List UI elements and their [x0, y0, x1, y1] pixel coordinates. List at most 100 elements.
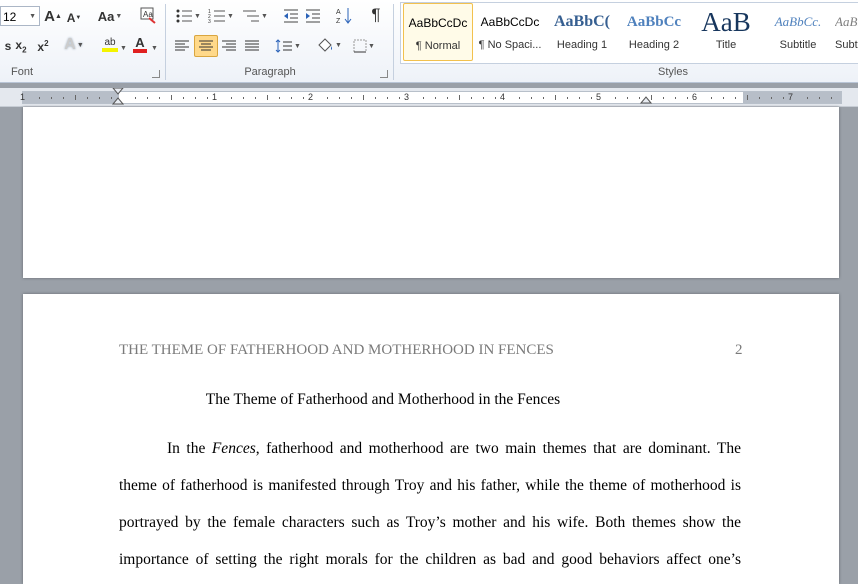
highlight-dropdown[interactable]: ▼	[120, 38, 127, 58]
ruler-tick	[291, 97, 292, 99]
ruler-tick	[555, 95, 556, 100]
style-heading-1[interactable]: AaBbC( Heading 1	[547, 3, 617, 61]
ruler-tick	[759, 97, 760, 99]
ruler-number: 2	[308, 92, 314, 102]
ruler-tick	[447, 97, 448, 99]
borders-button[interactable]: ▼	[350, 36, 378, 56]
ruler-tick	[327, 97, 328, 99]
svg-text:3: 3	[208, 19, 211, 24]
font-color-button[interactable]: A	[130, 34, 150, 54]
ruler-tick	[195, 97, 196, 99]
align-center-button[interactable]	[194, 35, 218, 57]
ribbon: 12 ▼ A ▲ A ▼ Aa ▼ Aa s x2 x2 A ▼ ab ▼ A ▼ Fon…	[0, 0, 858, 83]
multilevel-list-button[interactable]: ▼	[240, 6, 270, 26]
text-effects-button[interactable]: A ▼	[64, 35, 84, 55]
font-color-dropdown[interactable]: ▼	[150, 38, 158, 58]
ruler-tick	[231, 97, 232, 99]
style-heading-2[interactable]: AaBbCc Heading 2	[619, 3, 689, 61]
ruler-tick	[531, 97, 532, 99]
ruler-tick	[735, 97, 736, 99]
bullets-button[interactable]: ▼	[174, 6, 202, 26]
shrink-font-button[interactable]: A ▼	[66, 8, 82, 28]
ruler-tick	[363, 95, 364, 100]
line-spacing-icon	[275, 39, 293, 53]
style-subtle-emphasis[interactable]: AaBbC Subt	[835, 3, 858, 61]
ruler-tick	[339, 97, 340, 99]
grow-font-icon: A	[44, 7, 55, 25]
svg-text:Aa: Aa	[143, 10, 153, 19]
decrease-indent-button[interactable]	[281, 6, 301, 26]
clear-formatting-icon: Aa	[140, 7, 156, 24]
highlight-icon: ab	[104, 36, 116, 48]
font-dialog-launcher[interactable]	[152, 70, 160, 78]
ruler-tick	[459, 95, 460, 100]
font-color-swatch	[133, 48, 147, 53]
ruler-tick	[519, 97, 520, 99]
ruler-tick	[39, 97, 40, 99]
bullets-icon	[176, 9, 193, 23]
ruler-tick	[303, 97, 304, 99]
show-hide-marks-button[interactable]: ¶	[366, 5, 386, 25]
body-text-line: importance of setting the right morals f…	[119, 551, 741, 568]
svg-text:A: A	[336, 9, 341, 16]
font-size-value: 12	[3, 10, 17, 24]
svg-text:Z: Z	[336, 18, 341, 25]
style-subtitle[interactable]: AaBbCc. Subtitle	[763, 3, 833, 61]
align-left-button[interactable]	[172, 36, 192, 56]
subscript-button[interactable]: x2	[12, 36, 30, 56]
document-page-2[interactable]: THE THEME OF FATHERHOOD AND MOTHERHOOD I…	[23, 294, 839, 584]
ruler-tick	[423, 97, 424, 99]
ruler-tick	[267, 95, 268, 100]
ruler-tick	[831, 97, 832, 99]
shading-button[interactable]: ▼	[314, 35, 344, 55]
ruler-tick	[171, 95, 172, 100]
decrease-indent-icon	[284, 9, 298, 23]
align-right-button[interactable]	[219, 36, 239, 56]
grow-font-button[interactable]: A ▲	[44, 6, 62, 26]
ruler-tick	[159, 97, 160, 99]
clear-formatting-button[interactable]: Aa	[138, 5, 158, 25]
numbering-button[interactable]: 1 2 3 ▼	[206, 6, 236, 26]
sort-button[interactable]: AZ	[334, 6, 354, 26]
subscript-icon: x2	[15, 37, 27, 55]
superscript-button[interactable]: x2	[34, 36, 52, 56]
ruler-tick	[147, 97, 148, 99]
style-normal[interactable]: AaBbCcDc ¶ Normal	[403, 3, 473, 61]
chevron-down-icon: ▼	[29, 13, 36, 20]
line-spacing-button[interactable]: ▼	[274, 36, 302, 56]
ruler-tick	[783, 97, 784, 99]
pilcrow-icon: ¶	[371, 5, 381, 24]
group-divider	[393, 4, 394, 80]
ruler-tick	[87, 97, 88, 99]
font-size-box[interactable]: 12 ▼	[0, 6, 40, 26]
align-right-icon	[222, 40, 236, 51]
style-no-spacing[interactable]: AaBbCcDc ¶ No Spaci...	[475, 3, 545, 61]
change-case-button[interactable]: Aa ▼	[96, 6, 124, 26]
paragraph-dialog-launcher[interactable]	[380, 70, 388, 78]
font-color-icon: A	[135, 34, 145, 50]
borders-icon	[353, 39, 367, 53]
first-line-indent-marker[interactable]	[112, 88, 124, 106]
ruler-tick	[579, 97, 580, 99]
ruler-tick	[399, 97, 400, 99]
ruler-tick	[687, 97, 688, 99]
ruler-number: 7	[788, 92, 794, 102]
justify-button[interactable]	[242, 36, 262, 56]
group-divider	[165, 4, 166, 80]
strikethrough-icon: s	[4, 39, 12, 53]
ruler-number: 1	[212, 92, 218, 102]
increase-indent-button[interactable]	[303, 6, 323, 26]
document-title: The Theme of Fatherhood and Motherhood i…	[205, 391, 561, 408]
styles-gallery: AaBbCcDc ¶ Normal AaBbCcDc ¶ No Spaci...…	[400, 2, 858, 64]
ruler-tick	[591, 97, 592, 99]
ruler-tick	[483, 97, 484, 99]
horizontal-ruler[interactable]: 1 1 2 3 4 5 6 7	[0, 88, 858, 107]
style-title[interactable]: AaB Title	[691, 3, 761, 61]
ruler-tick	[567, 97, 568, 99]
ruler-tick	[675, 97, 676, 99]
document-page-1[interactable]	[23, 107, 839, 278]
running-header: THE THEME OF FATHERHOOD AND MOTHERHOOD I…	[119, 342, 554, 358]
ruler-number: 4	[500, 92, 506, 102]
right-indent-marker[interactable]	[640, 95, 652, 105]
page-number: 2	[735, 342, 743, 358]
